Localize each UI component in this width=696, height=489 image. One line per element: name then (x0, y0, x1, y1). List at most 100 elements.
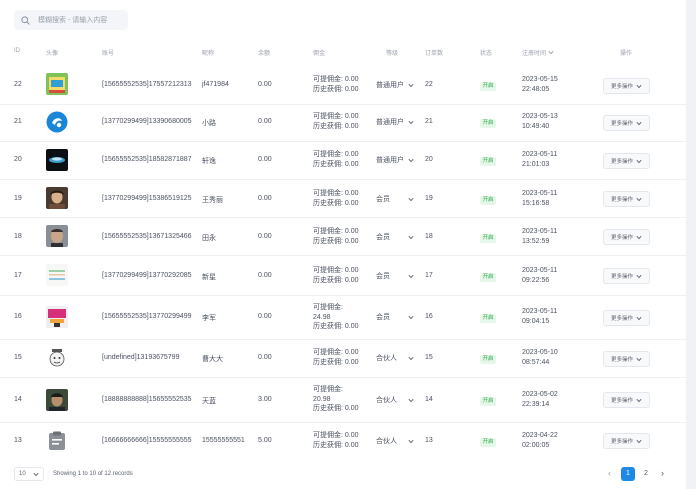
status-badge[interactable]: 开启 (480, 355, 496, 364)
chevron-down-icon (636, 357, 642, 361)
user-avatar[interactable] (46, 149, 68, 171)
table-row: 22 [15655552535]17557212313 jf471984 0.0… (0, 67, 686, 105)
column-header-status: 状态 (480, 51, 493, 57)
level-select[interactable]: 会员 (376, 232, 414, 242)
column-header-register-time[interactable]: 注册时间 (522, 48, 554, 57)
user-avatar[interactable] (46, 389, 68, 411)
status-badge[interactable]: 开启 (480, 438, 496, 447)
more-actions-button[interactable]: 更多操作 (603, 351, 650, 367)
history-commission: 历史获佣: 0.00 (313, 199, 359, 207)
status-badge[interactable]: 开启 (480, 314, 496, 323)
row-register-time: 2023-04-22 02:00:05 (522, 431, 558, 450)
more-actions-button[interactable]: 更多操作 (603, 78, 650, 94)
more-actions-button[interactable]: 更多操作 (603, 115, 650, 131)
register-clock: 09:04:15 (522, 317, 550, 325)
row-register-time: 2023-05-11 09:04:15 (522, 307, 557, 326)
column-header-id: ID (14, 48, 20, 54)
level-select[interactable]: 会员 (376, 194, 414, 204)
withdrawable-commission: 可提佣金: 0.00 (313, 113, 359, 120)
table-row: 13 [16666666666]15555555555 15555555551 … (0, 422, 686, 459)
column-header-actions: 操作 (620, 51, 633, 57)
level-select[interactable]: 会员 (376, 312, 414, 322)
register-clock: 15:16:58 (522, 199, 550, 207)
page-size-value: 10 (19, 471, 26, 477)
status-badge[interactable]: 开启 (480, 82, 496, 91)
more-actions-label: 更多操作 (610, 274, 633, 280)
page-scrollbar[interactable] (686, 0, 696, 489)
row-commission: 可提佣金: 0.00 历史获佣: 0.00 (313, 227, 359, 246)
row-commission: 可提佣金: 20.98 历史获佣: 0.00 (313, 385, 359, 414)
withdrawable-commission: 可提佣金: (313, 304, 343, 311)
prev-page-button[interactable]: ‹ (608, 468, 611, 478)
sort-chevron-icon[interactable] (548, 50, 554, 55)
user-avatar[interactable] (46, 187, 68, 209)
search-box[interactable] (14, 10, 128, 30)
row-balance: 0.00 (258, 195, 272, 202)
more-actions-label: 更多操作 (610, 197, 633, 203)
history-commission: 历史获佣: 0.00 (313, 122, 359, 130)
register-clock: 09:22:56 (522, 276, 550, 284)
row-nickname: 李军 (202, 315, 216, 322)
row-commission: 可提佣金: 0.00 历史获佣: 0.00 (313, 75, 359, 94)
search-input[interactable] (36, 15, 128, 25)
level-select[interactable]: 普通用户 (376, 117, 414, 127)
next-page-button[interactable]: › (661, 468, 664, 478)
row-nickname: jf471984 (202, 81, 229, 88)
row-commission: 可提佣金: 0.00 历史获佣: 0.00 (313, 348, 359, 367)
row-orders: 19 (425, 195, 433, 202)
user-avatar[interactable] (46, 111, 68, 133)
row-account: [16666666666]15555555555 (102, 437, 192, 444)
page-size-select[interactable]: 10 (14, 467, 44, 481)
status-badge[interactable]: 开启 (480, 157, 496, 166)
level-select[interactable]: 合伙人 (376, 353, 414, 363)
user-avatar[interactable] (46, 347, 68, 369)
table-row: 21 [13770299499]13390680005 小路 0.00 可提佣金… (0, 104, 686, 142)
more-actions-button[interactable]: 更多操作 (603, 229, 650, 245)
page-button-2[interactable]: 2 (639, 467, 653, 481)
more-actions-label: 更多操作 (610, 235, 633, 241)
page-button-1[interactable]: 1 (621, 467, 635, 481)
level-select[interactable]: 合伙人 (376, 395, 414, 405)
user-avatar[interactable] (46, 430, 68, 452)
more-actions-button[interactable]: 更多操作 (603, 433, 650, 449)
status-badge[interactable]: 开启 (480, 119, 496, 128)
table-row: 16 [15655552535]13770299499 李军 0.00 可提佣金… (0, 295, 686, 340)
user-avatar[interactable] (46, 264, 68, 286)
user-avatar[interactable] (46, 73, 68, 95)
user-avatar[interactable] (46, 306, 68, 328)
table-row: 20 [15655552535]18582871887 轩逸 0.00 可提佣金… (0, 141, 686, 180)
withdrawable-commission: 可提佣金: 0.00 (313, 228, 359, 235)
status-badge[interactable]: 开启 (480, 397, 496, 406)
register-date: 2023-05-10 (522, 349, 558, 356)
more-actions-button[interactable]: 更多操作 (603, 191, 650, 207)
row-orders: 20 (425, 156, 433, 163)
level-select[interactable]: 合伙人 (376, 436, 414, 446)
row-commission: 可提佣金: 0.00 历史获佣: 0.00 (313, 266, 359, 285)
column-header-account: 账号 (102, 51, 115, 57)
chevron-down-icon (33, 472, 39, 476)
register-date: 2023-05-13 (522, 113, 558, 120)
more-actions-button[interactable]: 更多操作 (603, 310, 650, 326)
status-badge[interactable]: 开启 (480, 273, 496, 282)
level-select[interactable]: 普通用户 (376, 80, 414, 90)
status-badge[interactable]: 开启 (480, 234, 496, 243)
status-badge[interactable]: 开启 (480, 196, 496, 205)
row-orders: 21 (425, 118, 433, 125)
column-header-avatar: 头像 (46, 51, 59, 57)
user-avatar[interactable] (46, 225, 68, 247)
row-orders: 17 (425, 272, 433, 279)
level-select[interactable]: 会员 (376, 271, 414, 281)
more-actions-button[interactable]: 更多操作 (603, 268, 650, 284)
register-date: 2023-05-11 (522, 190, 558, 197)
row-register-time: 2023-05-11 13:52:59 (522, 227, 557, 246)
row-register-time: 2023-05-02 22:39:14 (522, 390, 558, 409)
row-orders: 16 (425, 313, 433, 320)
register-clock: 22:39:14 (522, 400, 550, 408)
more-actions-label: 更多操作 (610, 316, 633, 322)
level-value: 会员 (376, 196, 390, 203)
search-icon (21, 15, 30, 25)
more-actions-button[interactable]: 更多操作 (603, 153, 650, 169)
more-actions-button[interactable]: 更多操作 (603, 392, 650, 408)
register-time-label: 注册时间 (522, 51, 547, 57)
level-select[interactable]: 普通用户 (376, 155, 414, 165)
